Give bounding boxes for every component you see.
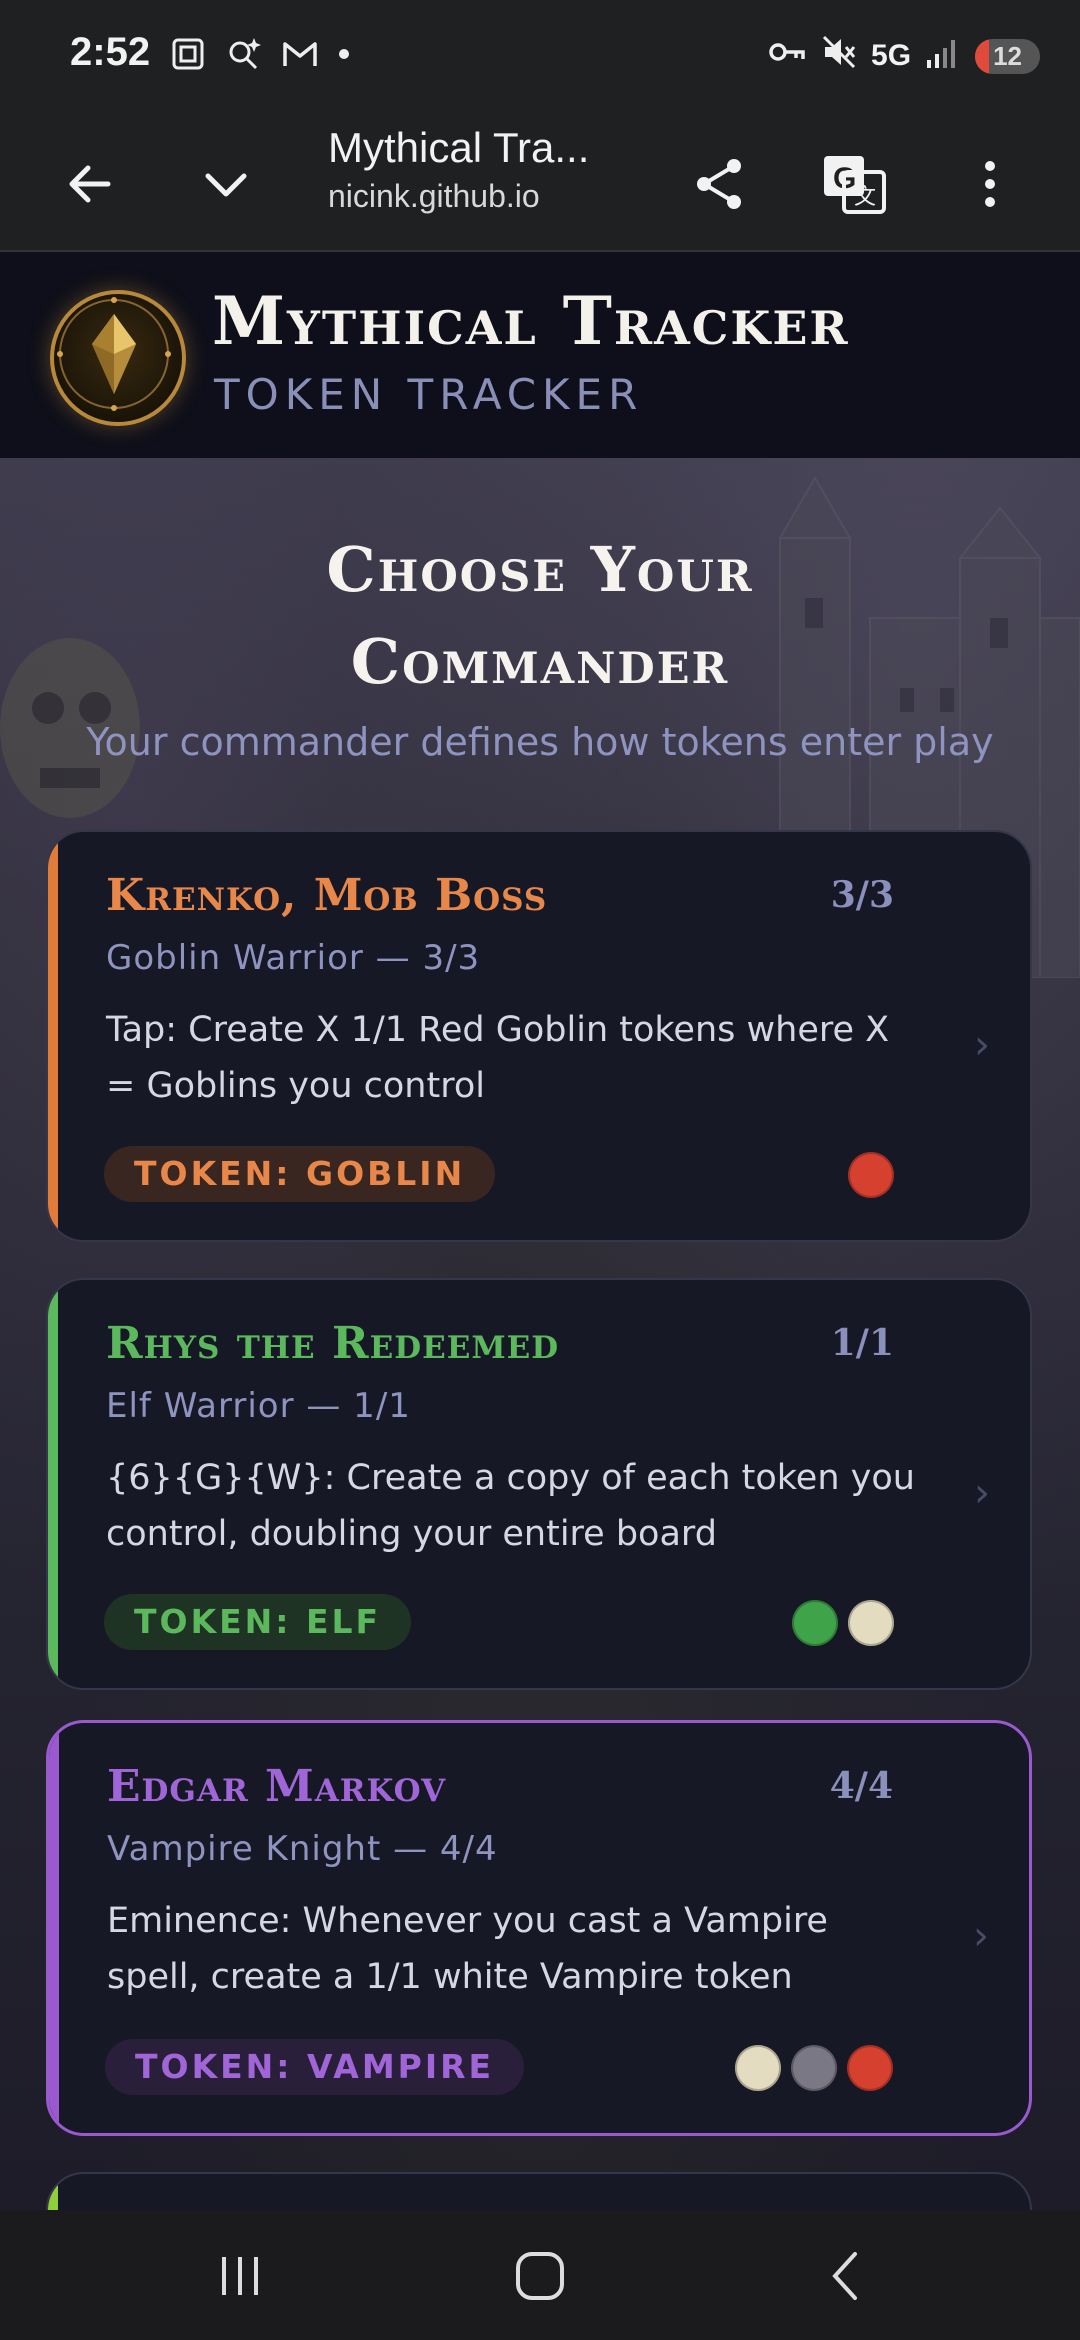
token-badge: TOKEN: ELF [104, 1594, 412, 1650]
commander-card-next[interactable] [46, 2172, 1032, 2210]
white-mana-icon [848, 1600, 894, 1646]
gmail-icon [280, 34, 320, 78]
white-mana-icon [735, 2045, 781, 2091]
power-toughness: 4/4 [829, 1765, 893, 1807]
more-options-button[interactable] [952, 146, 1028, 222]
home-button[interactable] [500, 2244, 580, 2308]
commander-card-krenko[interactable]: Krenko, Mob Boss 3/3 Goblin Warrior — 3/… [46, 830, 1032, 1242]
heading-line-2: Commander [350, 625, 730, 698]
chevron-right-icon: › [974, 1022, 990, 1068]
share-button[interactable] [682, 146, 758, 222]
arrow-left-icon [69, 165, 111, 203]
brand-subtitle: TOKEN TRACKER [214, 370, 644, 419]
card-accent-stripe [48, 1280, 58, 1688]
red-mana-icon [848, 1152, 894, 1198]
dot-icon [336, 34, 352, 78]
recents-icon [222, 2257, 258, 2295]
battery-level: 12 [993, 40, 1022, 71]
commander-card-rhys[interactable]: Rhys the Redeemed 1/1 Elf Warrior — 1/1 … [46, 1278, 1032, 1690]
card-accent-stripe [49, 1723, 59, 2133]
token-badge: TOKEN: VAMPIRE [105, 2039, 525, 2095]
commander-card-edgar[interactable]: Edgar Markov 4/4 Vampire Knight — 4/4 Em… [46, 1720, 1032, 2136]
browser-toolbar: Mythical Tra... nicink.github.io G文 [0, 118, 1080, 252]
black-mana-icon [791, 2045, 837, 2091]
sparkle-search-icon [224, 34, 264, 78]
chevron-right-icon: › [974, 1470, 990, 1516]
notification-icons [168, 34, 352, 78]
green-mana-icon [792, 1600, 838, 1646]
system-icons: 5G 12 [767, 32, 1040, 80]
back-chevron-icon [832, 2252, 857, 2300]
color-identity [792, 1600, 894, 1646]
page-title-area[interactable]: Mythical Tra... nicink.github.io [328, 124, 628, 215]
page-url: nicink.github.io [328, 178, 540, 214]
power-toughness: 1/1 [830, 1322, 894, 1364]
network-type: 5G [871, 39, 912, 72]
minimize-tab-button[interactable] [188, 146, 264, 222]
commander-name: Krenko, Mob Boss [106, 870, 548, 921]
status-bar: 2:52 5G 12 [0, 0, 1080, 118]
commander-type: Vampire Knight — 4/4 [107, 1829, 498, 1869]
translate-icon: G文 [824, 156, 886, 214]
commander-selection[interactable]: GOBLIN Choose Your Commander Your comman… [0, 458, 1080, 2210]
red-mana-icon [847, 2045, 893, 2091]
commander-ability: {6}{G}{W}: Create a copy of each token y… [106, 1458, 915, 1554]
commander-ability: Tap: Create X 1/1 Red Goblin tokens wher… [106, 1010, 890, 1106]
page-subheading: Your commander defines how tokens enter … [86, 720, 994, 764]
more-vert-icon [985, 161, 995, 207]
recent-apps-button[interactable] [200, 2244, 280, 2308]
page-heading: Choose Your Commander [0, 524, 1080, 708]
mute-icon [819, 32, 859, 80]
svg-text:文: 文 [854, 185, 876, 210]
system-back-button[interactable] [806, 2244, 886, 2308]
signal-icon [923, 34, 963, 78]
crystal-logo-icon[interactable] [50, 290, 186, 426]
system-navigation-bar [0, 2210, 1080, 2340]
color-identity [735, 2045, 893, 2091]
commander-name: Rhys the Redeemed [106, 1318, 560, 1369]
heading-line-1: Choose Your [326, 533, 754, 606]
clock: 2:52 [70, 30, 151, 74]
commander-type: Goblin Warrior — 3/3 [106, 938, 481, 978]
screenshot-icon [168, 34, 208, 78]
color-identity [848, 1152, 894, 1198]
site-header: Mythical Tracker TOKEN TRACKER [0, 252, 1080, 460]
commander-type: Elf Warrior — 1/1 [106, 1386, 411, 1426]
card-accent-stripe [48, 832, 58, 1240]
power-toughness: 3/3 [830, 874, 894, 916]
translate-button[interactable]: G文 [816, 146, 892, 222]
chevron-down-icon [205, 173, 247, 197]
home-icon [516, 2252, 564, 2300]
back-button[interactable] [52, 146, 128, 222]
vpn-key-icon [767, 34, 807, 78]
brand-title: Mythical Tracker [212, 282, 850, 360]
chevron-right-icon: › [973, 1913, 989, 1959]
token-badge: TOKEN: GOBLIN [104, 1146, 496, 1202]
commander-ability: Eminence: Whenever you cast a Vampire sp… [107, 1901, 828, 1997]
battery-indicator: 12 [975, 38, 1040, 74]
commander-name: Edgar Markov [107, 1761, 447, 1812]
page-title: Mythical Tra... [328, 124, 590, 171]
share-icon [697, 159, 741, 209]
card-accent-stripe [48, 2174, 58, 2210]
